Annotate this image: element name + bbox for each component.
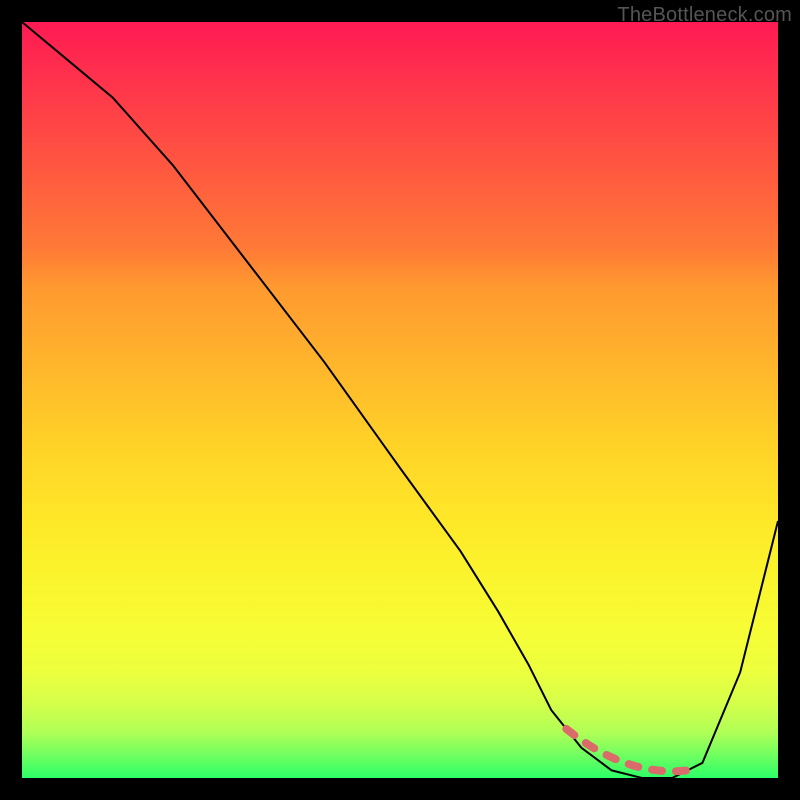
plot-area xyxy=(22,22,778,778)
curve-svg xyxy=(22,22,778,778)
chart-frame: TheBottleneck.com xyxy=(0,0,800,800)
watermark-text: TheBottleneck.com xyxy=(617,4,792,27)
bottleneck-curve xyxy=(22,22,778,778)
